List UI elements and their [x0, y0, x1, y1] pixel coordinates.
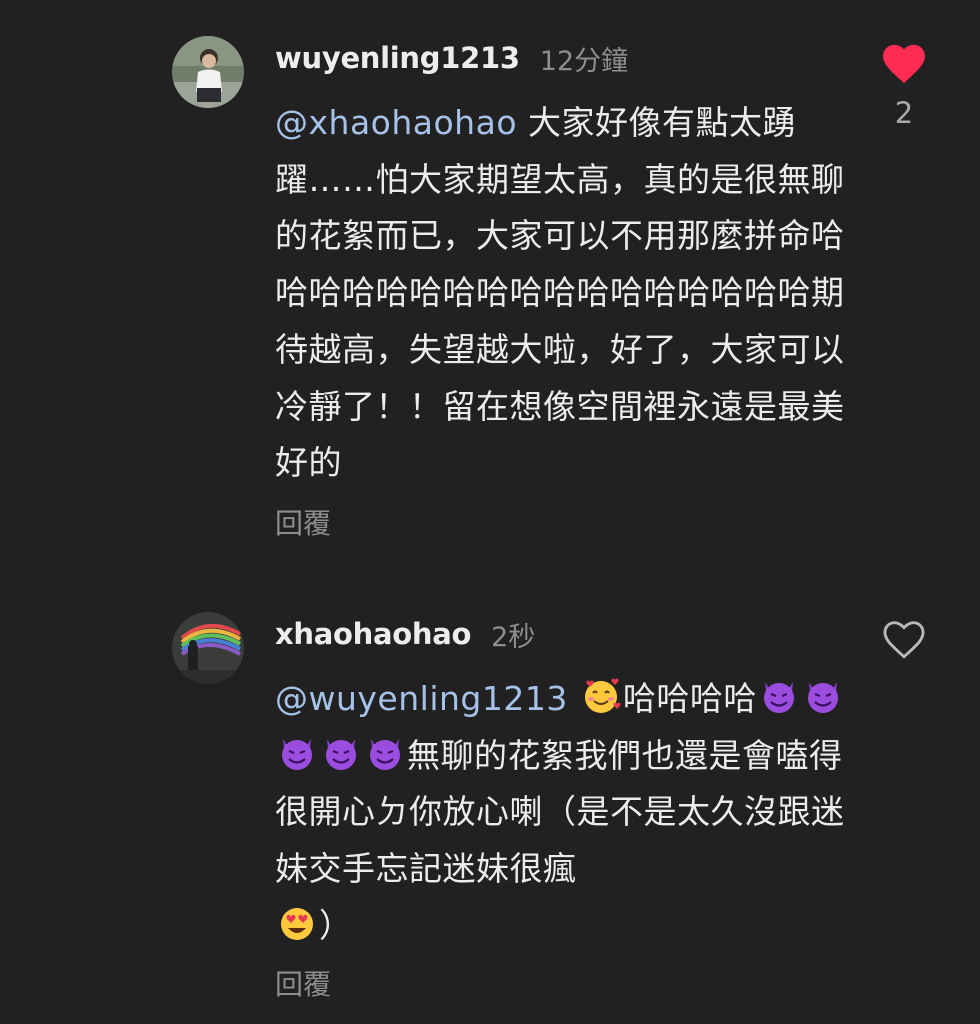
avatar[interactable] [172, 36, 244, 108]
username[interactable]: wuyenling1213 [275, 41, 520, 75]
smiling-devil-icon [277, 733, 317, 773]
timestamp: 2秒 [491, 621, 536, 653]
comment-text: @wuyenling1213 哈哈哈哈 無聊的花絮我們也還是會嗑得很開心ㄉ你放心喇… [275, 671, 845, 955]
mention-link[interactable]: @xhaohaohao [275, 103, 517, 142]
comment-meta: xhaohaohao 2秒 [275, 610, 535, 658]
like-count: 2 [894, 96, 914, 130]
mention-link[interactable]: @wuyenling1213 [275, 679, 568, 718]
timestamp: 12分鐘 [539, 45, 629, 77]
smiling-face-with-hearts-icon [581, 676, 621, 716]
heart-filled-icon [880, 44, 928, 84]
smiling-devil-icon [759, 676, 799, 716]
like-button[interactable]: 2 [880, 44, 928, 130]
reply-button[interactable]: 回覆 [275, 502, 331, 542]
username[interactable]: xhaohaohao [275, 617, 471, 651]
comment-body: 哈哈哈哈 [622, 679, 757, 718]
like-button[interactable] [880, 620, 928, 660]
comment-meta: wuyenling1213 12分鐘 [275, 34, 628, 82]
reply-button[interactable]: 回覆 [275, 963, 331, 1003]
comment-body: 大家好像有點太踴躍……怕大家期望太高，真的是很無聊的花絮而已，大家可以不用那麼拼… [275, 103, 845, 483]
comment-text: @xhaohaohao 大家好像有點太踴躍……怕大家期望太高，真的是很無聊的花絮… [275, 95, 845, 492]
heart-eyes-icon [277, 903, 317, 943]
heart-outline-icon [880, 620, 928, 660]
avatar[interactable] [172, 612, 244, 684]
comment-body-end: ） [319, 905, 353, 945]
smiling-devil-icon [803, 676, 843, 716]
smiling-devil-icon [365, 733, 405, 773]
smiling-devil-icon [321, 733, 361, 773]
